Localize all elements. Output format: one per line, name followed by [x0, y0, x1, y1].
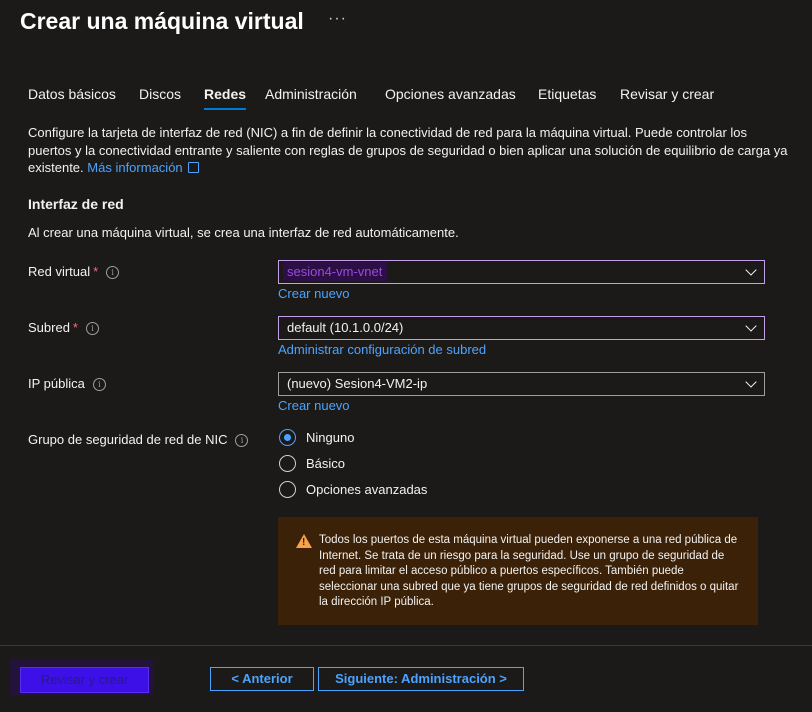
- vnet-select[interactable]: sesion4-vm-vnet: [278, 260, 765, 284]
- public-ip-label: IP pública: [28, 376, 85, 391]
- info-icon[interactable]: i: [106, 266, 120, 279]
- nsg-option-label: Ninguno: [306, 430, 355, 445]
- page-title: Crear una máquina virtual: [20, 8, 304, 34]
- nsg-option-avanzadas[interactable]: Opciones avanzadas: [279, 481, 427, 498]
- tab-datos-basicos[interactable]: Datos básicos: [28, 86, 116, 102]
- warning-text: Todos los puertos de esta máquina virtua…: [319, 534, 739, 608]
- tab-discos[interactable]: Discos: [139, 86, 181, 102]
- nsg-label: Grupo de seguridad de red de NIC: [28, 432, 228, 447]
- tab-etiquetas[interactable]: Etiquetas: [538, 86, 596, 102]
- tab-administracion[interactable]: Administración: [265, 86, 357, 102]
- warning-icon: !: [296, 534, 312, 548]
- section-subtitle: Al crear una máquina virtual, se crea un…: [28, 225, 459, 240]
- public-ip-select[interactable]: (nuevo) Sesion4-VM2-ip: [278, 372, 765, 396]
- required-marker: *: [72, 320, 78, 335]
- info-icon[interactable]: i: [85, 322, 99, 335]
- subnet-value: default (10.1.0.0/24): [287, 320, 404, 335]
- nsg-option-ninguno[interactable]: Ninguno: [279, 429, 354, 446]
- public-ip-label-row: IP pública i: [28, 376, 106, 391]
- warning-banner: ! Todos los puertos de esta máquina virt…: [278, 517, 758, 625]
- public-ip-value: (nuevo) Sesion4-VM2-ip: [287, 376, 428, 391]
- next-button[interactable]: Siguiente: Administración >: [318, 667, 524, 691]
- external-link-icon: [187, 162, 199, 173]
- vnet-label-row: Red virtual * i: [28, 264, 120, 279]
- nsg-option-label: Básico: [306, 456, 346, 471]
- chevron-down-icon: [745, 376, 757, 388]
- subnet-label: Subred: [28, 320, 70, 335]
- tab-opciones-avanzadas[interactable]: Opciones avanzadas: [385, 86, 516, 102]
- subnet-label-row: Subred * i: [28, 320, 99, 335]
- subnet-manage-link[interactable]: Administrar configuración de subred: [278, 342, 486, 357]
- public-ip-create-new-link[interactable]: Crear nuevo: [278, 398, 350, 413]
- info-icon[interactable]: i: [235, 434, 249, 447]
- footer-divider: [0, 645, 812, 646]
- info-icon[interactable]: i: [92, 378, 106, 391]
- vnet-label: Red virtual: [28, 264, 91, 279]
- required-marker: *: [93, 264, 99, 279]
- chevron-down-icon: [745, 320, 757, 332]
- more-info-link[interactable]: Más información: [87, 160, 182, 175]
- nsg-label-row: Grupo de seguridad de red de NIC i: [28, 432, 249, 447]
- section-title: Interfaz de red: [28, 196, 124, 212]
- tab-redes[interactable]: Redes: [204, 86, 247, 110]
- subnet-select[interactable]: default (10.1.0.0/24): [278, 316, 765, 340]
- description: Configure la tarjeta de interfaz de red …: [28, 124, 788, 177]
- previous-button[interactable]: < Anterior: [210, 667, 314, 691]
- radio-unselected-icon[interactable]: [279, 455, 296, 472]
- more-options-icon[interactable]: ···: [328, 10, 347, 28]
- nsg-option-basico[interactable]: Básico: [279, 455, 345, 472]
- vnet-create-new-link[interactable]: Crear nuevo: [278, 286, 350, 301]
- review-create-button[interactable]: Revisar y crear: [20, 667, 149, 693]
- vnet-value: sesion4-vm-vnet: [287, 264, 383, 279]
- radio-unselected-icon[interactable]: [279, 481, 296, 498]
- nsg-option-label: Opciones avanzadas: [306, 482, 428, 497]
- radio-selected-icon[interactable]: [279, 429, 296, 446]
- tab-revisar-y-crear[interactable]: Revisar y crear: [620, 86, 714, 102]
- chevron-down-icon: [745, 264, 757, 276]
